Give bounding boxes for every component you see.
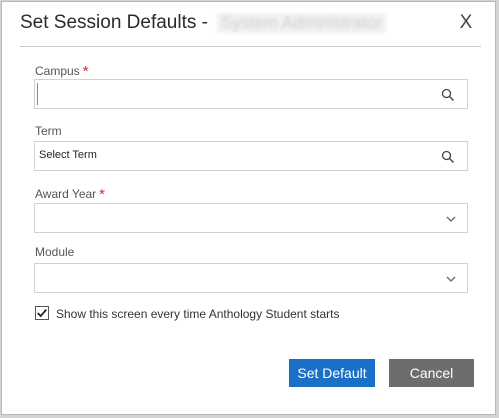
term-label-text: Term <box>35 124 62 138</box>
award-year-label: Award Year * <box>35 185 106 203</box>
campus-text-cursor <box>37 83 38 105</box>
campus-required-mark: * <box>82 63 89 80</box>
set-default-button[interactable]: Set Default <box>289 359 375 387</box>
module-select[interactable] <box>34 263 468 293</box>
chevron-down-icon <box>446 276 456 282</box>
title-divider <box>20 46 481 47</box>
campus-label-text: Campus <box>35 64 80 78</box>
session-defaults-dialog: Set Session Defaults - System Administra… <box>1 1 496 415</box>
term-input-value: Select Term <box>39 149 97 161</box>
dialog-title: Set Session Defaults - System Administra… <box>20 12 386 34</box>
search-icon[interactable] <box>441 88 455 102</box>
award-year-required-mark: * <box>99 186 106 203</box>
chevron-down-icon <box>446 216 456 222</box>
term-label: Term <box>35 124 62 138</box>
checkmark-icon <box>37 309 47 318</box>
cancel-button[interactable]: Cancel <box>389 359 474 387</box>
search-icon[interactable] <box>441 150 455 164</box>
module-label-text: Module <box>35 245 75 259</box>
term-input[interactable]: Select Term <box>34 141 468 171</box>
module-label: Module <box>35 245 74 259</box>
close-button[interactable]: X <box>457 12 475 33</box>
show-screen-label: Show this screen every time Anthology St… <box>56 307 340 321</box>
campus-input[interactable] <box>34 79 468 109</box>
close-icon: X <box>459 12 473 33</box>
dialog-title-user: System Administrator <box>217 13 386 33</box>
award-year-select[interactable] <box>34 203 468 233</box>
campus-label: Campus * <box>35 62 89 80</box>
award-year-label-text: Award Year <box>35 187 97 201</box>
show-screen-checkbox[interactable] <box>35 306 49 320</box>
dialog-title-text: Set Session Defaults - <box>20 12 208 33</box>
